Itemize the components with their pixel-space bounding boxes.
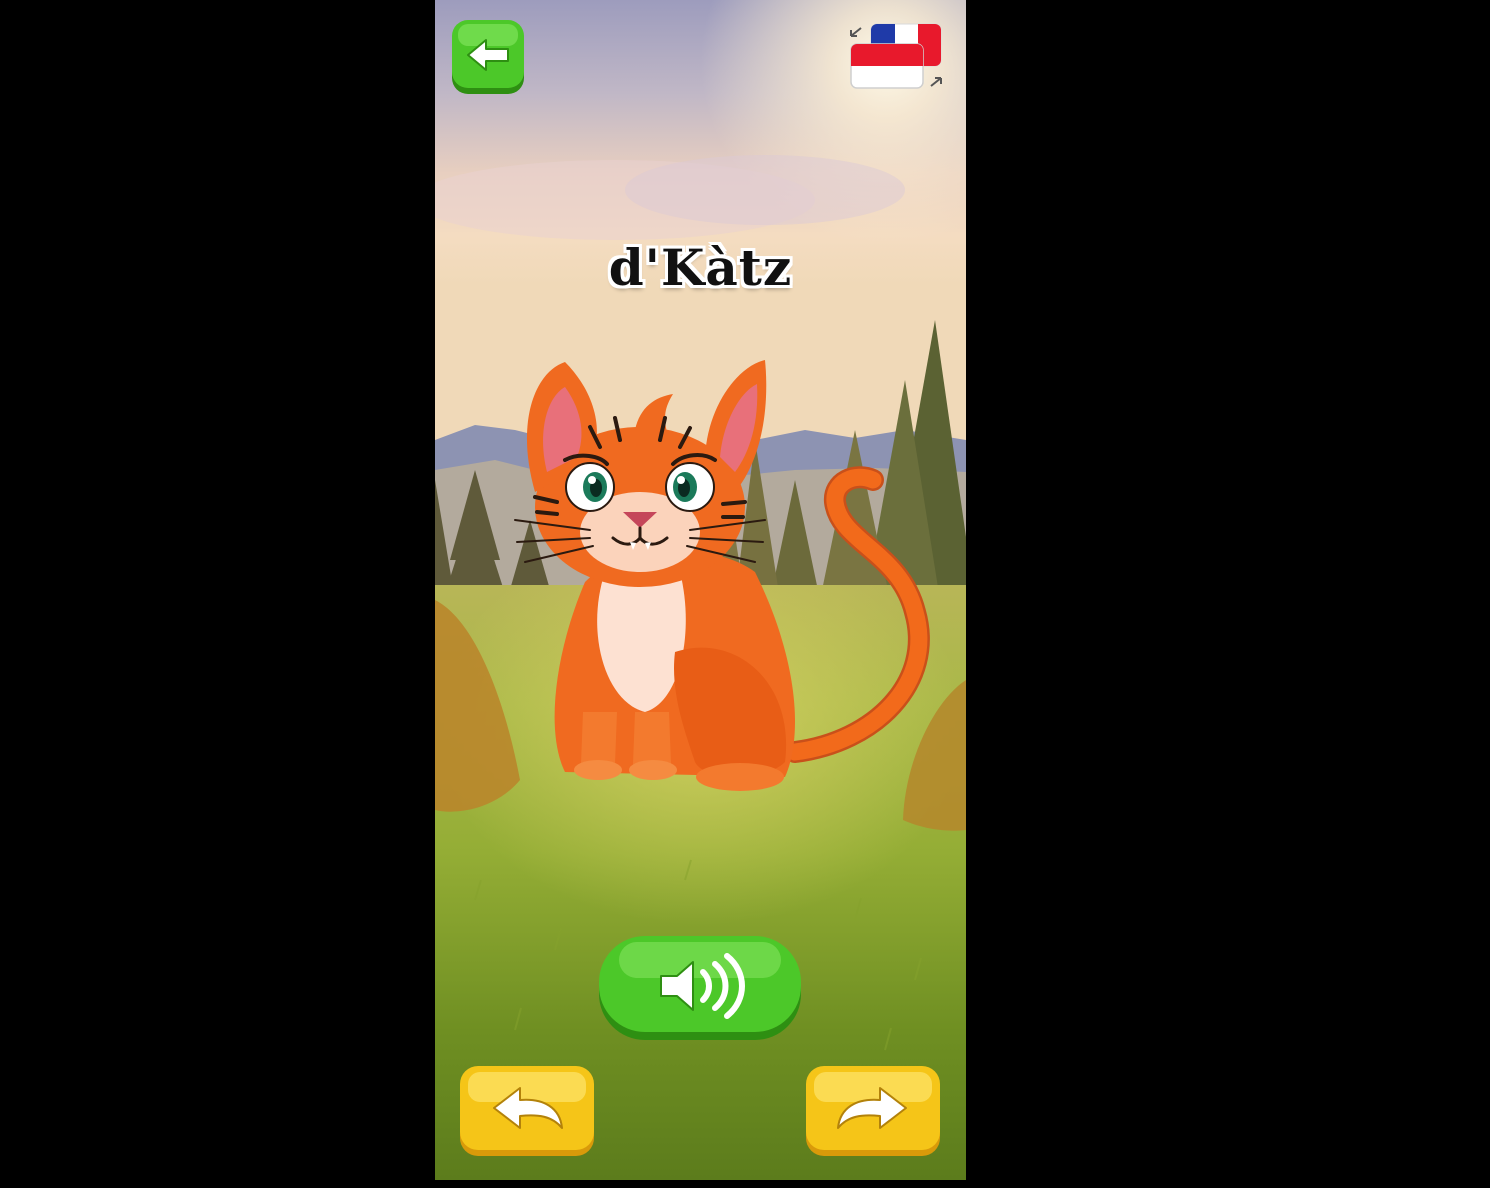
game-viewport: d'Kàtz	[435, 0, 966, 1180]
animal-word-label: d'Kàtz	[608, 238, 793, 297]
speaker-icon	[599, 936, 801, 1040]
play-sound-button[interactable]	[597, 934, 803, 1042]
language-swap-icon	[850, 23, 942, 89]
curved-arrow-left-icon	[460, 1066, 594, 1156]
screen: d'Kàtz	[0, 0, 1490, 1188]
next-animal-button[interactable]	[804, 1064, 942, 1158]
previous-animal-button[interactable]	[458, 1064, 596, 1158]
curved-arrow-right-icon	[806, 1066, 940, 1156]
arrow-left-icon	[452, 20, 524, 94]
cat-icon[interactable]	[495, 352, 935, 802]
indonesia-flag	[850, 43, 924, 89]
back-button[interactable]	[450, 18, 526, 94]
language-toggle-button[interactable]	[847, 22, 945, 92]
